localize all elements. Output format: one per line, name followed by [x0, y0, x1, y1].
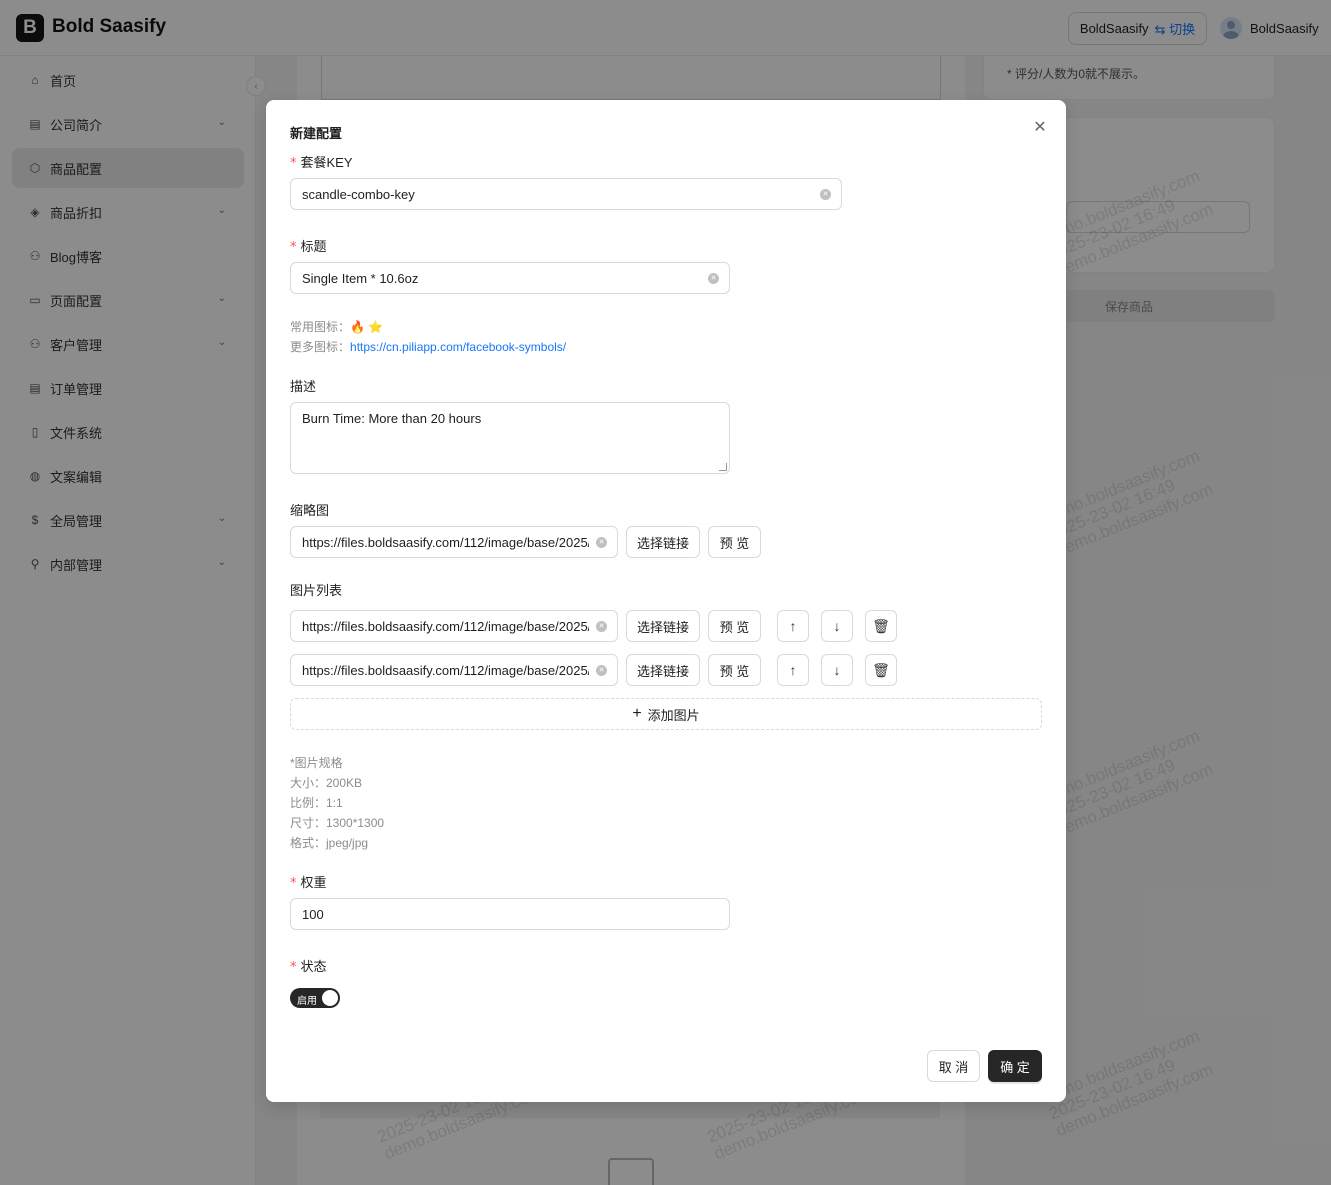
description-textarea[interactable]: Burn Time: More than 20 hours: [290, 402, 730, 474]
delete-icon[interactable]: 🗑: [865, 610, 897, 642]
title-input[interactable]: Single Item * 10.6oz ✕: [290, 262, 730, 294]
close-icon[interactable]: ✕: [1031, 118, 1049, 136]
thumbnail-input[interactable]: https://files.boldsaasify.com/112/image/…: [290, 526, 618, 558]
move-up-icon[interactable]: ↑: [777, 610, 809, 642]
move-down-icon[interactable]: ↓: [821, 654, 853, 686]
image-url-input-2[interactable]: https://files.boldsaasify.com/112/image/…: [290, 654, 618, 686]
clear-icon[interactable]: ✕: [596, 665, 607, 676]
image-url-input-1[interactable]: https://files.boldsaasify.com/112/image/…: [290, 610, 618, 642]
thumbnail-select-link-button[interactable]: 选择链接: [626, 526, 700, 558]
image-2-select-link-button[interactable]: 选择链接: [626, 654, 700, 686]
modal-title: 新建配置: [290, 126, 343, 141]
move-up-icon[interactable]: ↑: [777, 654, 809, 686]
image-list-label: 图片列表: [290, 583, 343, 598]
thumbnail-preview-button[interactable]: 预 览: [708, 526, 761, 558]
cancel-button[interactable]: 取 消: [927, 1050, 980, 1082]
weight-label: * 权重: [290, 875, 327, 891]
resize-handle[interactable]: [719, 463, 727, 471]
confirm-button[interactable]: 确 定: [988, 1050, 1042, 1082]
add-image-button[interactable]: + 添加图片: [290, 698, 1042, 730]
clear-icon[interactable]: ✕: [596, 537, 607, 548]
title-label: * 标题: [290, 239, 327, 255]
common-icons-hint: 常用图标：🔥 ⭐: [290, 320, 384, 334]
image-1-preview-button[interactable]: 预 览: [708, 610, 761, 642]
image-1-select-link-button[interactable]: 选择链接: [626, 610, 700, 642]
thumbnail-label: 缩略图: [290, 503, 330, 518]
new-config-modal: 新建配置 ✕ * 套餐KEY scandle-combo-key ✕ * 标题 Sin…: [266, 100, 1066, 1102]
image-spec: *图片规格 大小：200KB 比例：1:1 尺寸：1300*1300 格式：jp…: [290, 756, 385, 850]
description-label: 描述: [290, 379, 317, 394]
more-icons-hint: 更多图标：https://cn.piliapp.com/facebook-sym…: [290, 340, 567, 354]
facebook-symbols-link[interactable]: https://cn.piliapp.com/facebook-symbols/: [350, 340, 566, 354]
status-toggle[interactable]: 启用: [290, 988, 340, 1008]
status-label: * 状态: [290, 959, 327, 975]
move-down-icon[interactable]: ↓: [821, 610, 853, 642]
image-2-preview-button[interactable]: 预 览: [708, 654, 761, 686]
clear-icon[interactable]: ✕: [820, 189, 831, 200]
toggle-knob: [322, 990, 338, 1006]
plus-icon: +: [632, 705, 642, 722]
weight-input[interactable]: 100: [290, 898, 730, 930]
delete-icon[interactable]: 🗑: [865, 654, 897, 686]
clear-icon[interactable]: ✕: [708, 273, 719, 284]
clear-icon[interactable]: ✕: [596, 621, 607, 632]
combo-key-label: * 套餐KEY: [290, 155, 353, 171]
combo-key-input[interactable]: scandle-combo-key ✕: [290, 178, 842, 210]
